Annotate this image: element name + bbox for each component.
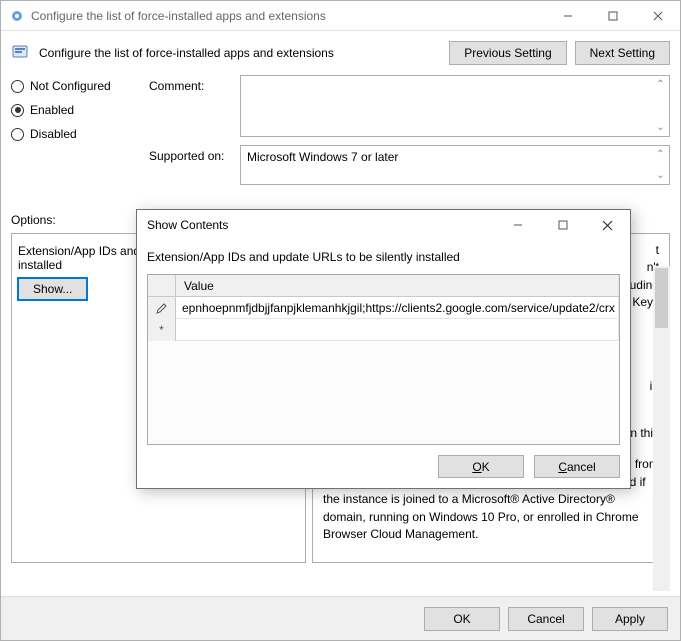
modal-body: Extension/App IDs and update URLs to be …	[137, 240, 630, 488]
header-row: Configure the list of force-installed ap…	[1, 31, 680, 75]
cancel-button[interactable]: Cancel	[508, 607, 584, 631]
app-icon	[9, 8, 25, 24]
modal-title: Show Contents	[147, 218, 495, 232]
radio-icon	[11, 104, 24, 117]
scrollbar-thumb[interactable]	[655, 268, 668, 328]
help-scrollbar[interactable]	[653, 266, 670, 591]
state-radio-group: Not Configured Enabled Disabled	[11, 75, 141, 193]
new-row-icon: *	[148, 319, 176, 341]
minimize-button[interactable]	[545, 1, 590, 31]
window-buttons	[545, 1, 680, 31]
maximize-button[interactable]	[590, 1, 635, 31]
radio-label: Not Configured	[30, 79, 111, 93]
policy-icon	[11, 43, 31, 63]
grid-cell[interactable]	[176, 319, 619, 341]
radio-disabled[interactable]: Disabled	[11, 127, 141, 141]
scroll-up-icon[interactable]: ⌃	[652, 76, 669, 93]
modal-prompt: Extension/App IDs and update URLs to be …	[147, 250, 620, 264]
modal-footer: OK Cancel	[147, 445, 620, 478]
radio-enabled[interactable]: Enabled	[11, 103, 141, 117]
close-button[interactable]	[635, 1, 680, 31]
supported-label: Supported on:	[149, 145, 234, 185]
modal-ok-button[interactable]: OK	[438, 455, 524, 478]
modal-maximize-button[interactable]	[540, 210, 585, 240]
modal-cancel-button[interactable]: Cancel	[534, 455, 620, 478]
scroll-down-icon[interactable]: ⌄	[652, 119, 669, 136]
window-titlebar: Configure the list of force-installed ap…	[1, 1, 680, 31]
grid-column-header[interactable]: Value	[176, 275, 619, 296]
radio-label: Enabled	[30, 103, 74, 117]
value-grid[interactable]: Value epnhoepnmfjdbjjfanpjklemanhkjgil;h…	[147, 274, 620, 445]
modal-minimize-button[interactable]	[495, 210, 540, 240]
comment-label: Comment:	[149, 75, 234, 137]
right-column: Comment: ⌃ ⌄ Supported on: Microsoft Win…	[149, 75, 670, 193]
previous-setting-button[interactable]: Previous Setting	[449, 41, 566, 65]
body-area: Not Configured Enabled Disabled Comment:…	[1, 75, 680, 203]
grid-corner	[148, 275, 176, 296]
grid-header-row: Value	[148, 275, 619, 297]
dialog-footer: OK Cancel Apply	[1, 596, 680, 640]
radio-not-configured[interactable]: Not Configured	[11, 79, 141, 93]
header-title: Configure the list of force-installed ap…	[39, 46, 441, 60]
show-button[interactable]: Show...	[18, 278, 87, 300]
modal-titlebar: Show Contents	[137, 210, 630, 240]
pencil-icon	[148, 297, 176, 319]
show-contents-dialog: Show Contents Extension/App IDs and upda…	[136, 209, 631, 489]
grid-cell[interactable]: epnhoepnmfjdbjjfanpjklemanhkjgil;https:/…	[176, 297, 619, 319]
radio-icon	[11, 80, 24, 93]
radio-icon	[11, 128, 24, 141]
modal-close-button[interactable]	[585, 210, 630, 240]
next-setting-button[interactable]: Next Setting	[575, 41, 670, 65]
comment-textarea[interactable]: ⌃ ⌄	[240, 75, 670, 137]
scroll-up-icon[interactable]: ⌃	[652, 146, 669, 163]
scroll-down-icon[interactable]: ⌄	[652, 167, 669, 184]
supported-on-value: Microsoft Windows 7 or later	[247, 150, 398, 164]
window-title: Configure the list of force-installed ap…	[31, 9, 545, 23]
grid-cell-value: epnhoepnmfjdbjjfanpjklemanhkjgil;https:/…	[182, 301, 615, 315]
apply-button[interactable]: Apply	[592, 607, 668, 631]
ok-button[interactable]: OK	[424, 607, 500, 631]
grid-row[interactable]: *	[148, 319, 619, 341]
radio-label: Disabled	[30, 127, 77, 141]
grid-row[interactable]: epnhoepnmfjdbjjfanpjklemanhkjgil;https:/…	[148, 297, 619, 319]
supported-on-box: Microsoft Windows 7 or later ⌃ ⌄	[240, 145, 670, 185]
grid-empty-area	[148, 341, 619, 444]
